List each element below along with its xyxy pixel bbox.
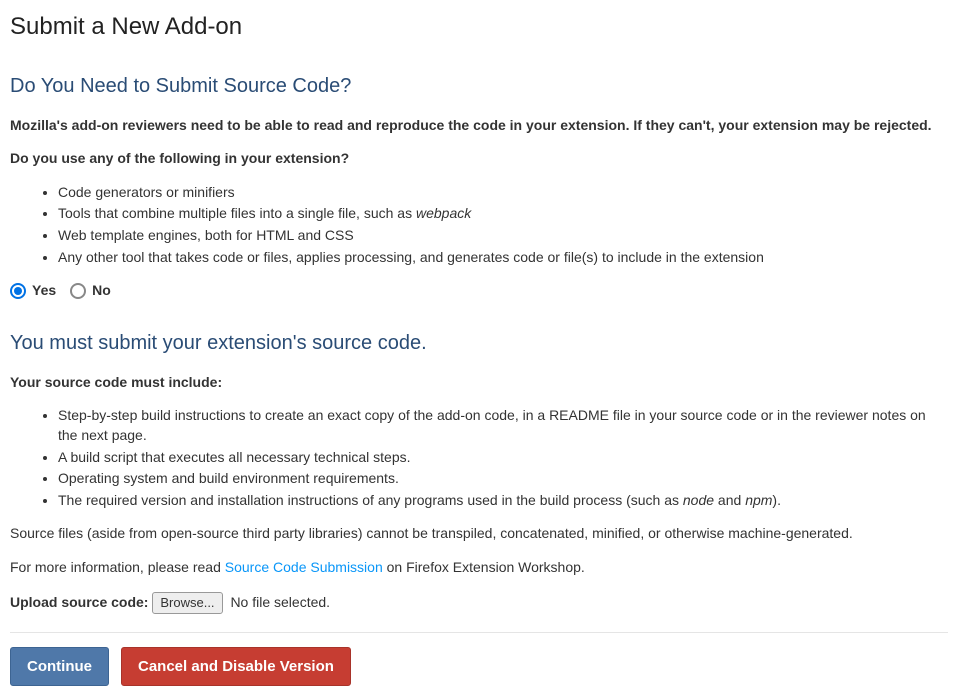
list-item: Tools that combine multiple files into a… [58, 204, 948, 224]
divider [10, 632, 948, 633]
intro-text: Mozilla's add-on reviewers need to be ab… [10, 116, 948, 136]
yes-radio[interactable] [10, 283, 26, 299]
no-radio[interactable] [70, 283, 86, 299]
button-row: Continue Cancel and Disable Version [10, 647, 948, 686]
cancel-disable-button[interactable]: Cancel and Disable Version [121, 647, 351, 686]
no-label[interactable]: No [92, 281, 111, 301]
yes-label[interactable]: Yes [32, 281, 56, 301]
requirements-list: Step-by-step build instructions to creat… [58, 406, 948, 510]
upload-label: Upload source code: [10, 594, 148, 610]
upload-row: Upload source code: Browse... No file se… [10, 592, 948, 614]
list-item: A build script that executes all necessa… [58, 448, 948, 468]
transpile-note: Source files (aside from open-source thi… [10, 524, 948, 544]
list-item: Any other tool that takes code or files,… [58, 248, 948, 268]
browse-button[interactable]: Browse... [152, 592, 222, 614]
source-code-submission-link[interactable]: Source Code Submission [225, 559, 383, 575]
page-title: Submit a New Add-on [10, 10, 948, 44]
must-submit-heading: You must submit your extension's source … [10, 329, 948, 357]
no-file-text: No file selected. [230, 594, 330, 610]
question-text: Do you use any of the following in your … [10, 149, 948, 169]
list-item: The required version and installation in… [58, 491, 948, 511]
list-item: Web template engines, both for HTML and … [58, 226, 948, 246]
need-source-heading: Do You Need to Submit Source Code? [10, 72, 948, 100]
more-info-text: For more information, please read Source… [10, 558, 948, 578]
must-include-label: Your source code must include: [10, 373, 948, 393]
list-item: Step-by-step build instructions to creat… [58, 406, 948, 445]
list-item: Operating system and build environment r… [58, 469, 948, 489]
tools-list: Code generators or minifiers Tools that … [58, 183, 948, 267]
source-code-radio-group: Yes No [10, 281, 948, 301]
continue-button[interactable]: Continue [10, 647, 109, 686]
list-item: Code generators or minifiers [58, 183, 948, 203]
